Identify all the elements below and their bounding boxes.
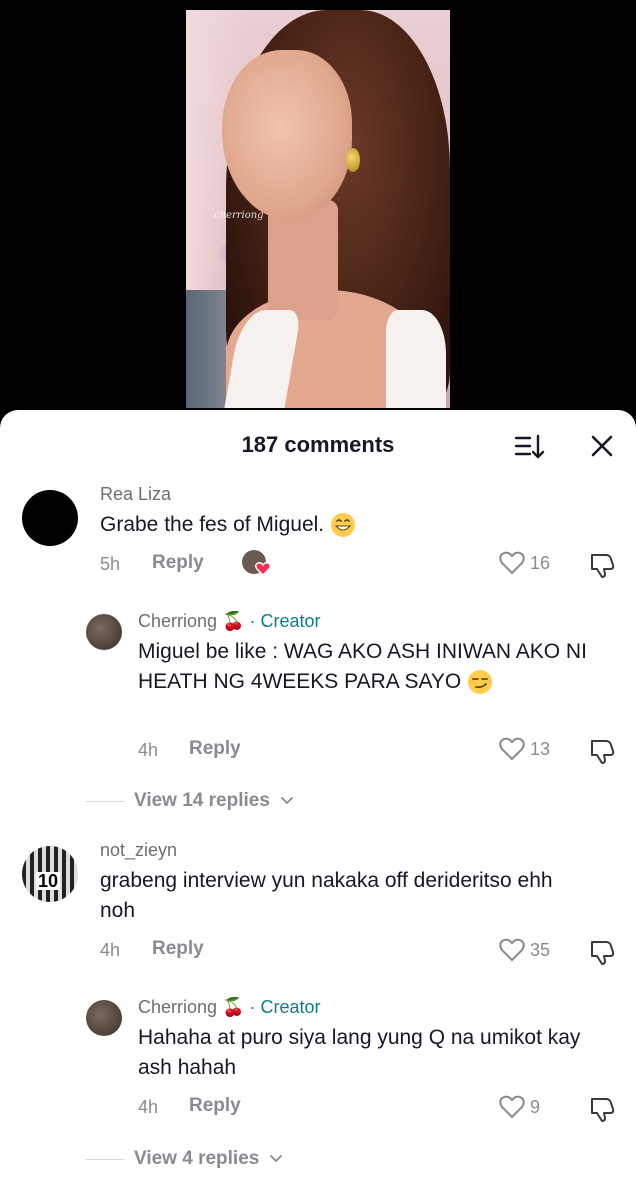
chevron-down-icon [281, 797, 293, 805]
creator-label: · Creator [249, 611, 321, 631]
video-player[interactable]: cherriong [0, 0, 636, 420]
reply-button[interactable]: Reply [152, 938, 204, 960]
heart-icon [499, 1095, 525, 1119]
chevron-down-icon [270, 1155, 283, 1163]
reply-username-row: Cherriong 🍒 · Creator [138, 611, 321, 632]
earring [346, 148, 360, 172]
like-button[interactable]: 9 [498, 1094, 540, 1120]
like-count: 9 [530, 1096, 541, 1117]
heart-filled-icon [255, 562, 271, 576]
view-replies-button[interactable]: View 4 replies [86, 1148, 283, 1170]
grin-emoji-icon [330, 513, 355, 538]
creator-label: · Creator [249, 997, 321, 1017]
creator-liked-badge [242, 550, 272, 578]
divider-line [86, 800, 124, 802]
reply-username[interactable]: Cherriong [138, 611, 217, 631]
background-person [186, 290, 226, 408]
heart-icon [499, 938, 525, 962]
like-button[interactable]: 16 [498, 550, 550, 576]
dislike-icon[interactable] [588, 938, 616, 966]
dress-right [386, 310, 446, 408]
reply-text: Miguel be like : WAG AKO ASH INIWAN AKO … [138, 637, 618, 697]
heart-icon [499, 551, 525, 575]
reply-button[interactable]: Reply [189, 1095, 241, 1117]
view-replies-label: View 14 replies [134, 790, 270, 811]
comment-username[interactable]: not_zieyn [100, 840, 177, 861]
reply-text: Hahaha at puro siya lang yung Q na umiko… [138, 1026, 581, 1079]
like-button[interactable]: 13 [498, 736, 550, 762]
comment-username[interactable]: Rea Liza [100, 484, 171, 505]
like-button[interactable]: 35 [498, 937, 550, 963]
avatar[interactable]: 10 [22, 846, 78, 902]
like-count: 13 [530, 738, 551, 759]
dislike-icon[interactable] [588, 551, 616, 579]
reply-avatar[interactable] [86, 1000, 122, 1036]
avatar[interactable] [22, 490, 78, 546]
reply-username[interactable]: Cherriong [138, 997, 217, 1017]
reply-button[interactable]: Reply [152, 552, 204, 574]
reply-button[interactable]: Reply [189, 738, 241, 760]
video-frame[interactable]: cherriong [186, 10, 450, 408]
heart-icon [499, 737, 525, 761]
like-count: 16 [530, 552, 551, 573]
close-icon[interactable] [588, 432, 616, 460]
comments-sheet: 187 comments Rea Liza Grabe the fes of M… [0, 410, 636, 1200]
view-replies-label: View 4 replies [134, 1148, 260, 1169]
reply-avatar[interactable] [86, 614, 122, 650]
cherry-emoji-icon: 🍒 [222, 611, 245, 631]
divider-line [86, 1158, 124, 1160]
dislike-icon[interactable] [588, 1095, 616, 1123]
reply-time: 4h [138, 1097, 159, 1117]
reply-username-row: Cherriong 🍒 · Creator [138, 997, 321, 1018]
avatar-number: 10 [36, 871, 61, 891]
view-replies-button[interactable]: View 14 replies [86, 790, 294, 812]
comment-time: 5h [100, 554, 121, 574]
comment-text: grabeng interview yun nakaka off derider… [100, 869, 553, 922]
dislike-icon[interactable] [588, 737, 616, 765]
sort-icon[interactable] [514, 432, 546, 462]
sheet-header: 187 comments [0, 410, 636, 476]
smirk-emoji-icon [468, 670, 493, 695]
comment-text: Grabe the fes of Miguel. [100, 510, 590, 540]
cherry-emoji-icon: 🍒 [222, 997, 245, 1017]
reply-text-content: Miguel be like : WAG AKO ASH INIWAN AKO … [138, 640, 587, 693]
reply-time: 4h [138, 740, 159, 760]
comment-time: 4h [100, 940, 121, 960]
video-watermark: cherriong [214, 210, 264, 221]
face [222, 50, 352, 220]
like-count: 35 [530, 939, 551, 960]
comment-text-content: Grabe the fes of Miguel. [100, 513, 325, 536]
